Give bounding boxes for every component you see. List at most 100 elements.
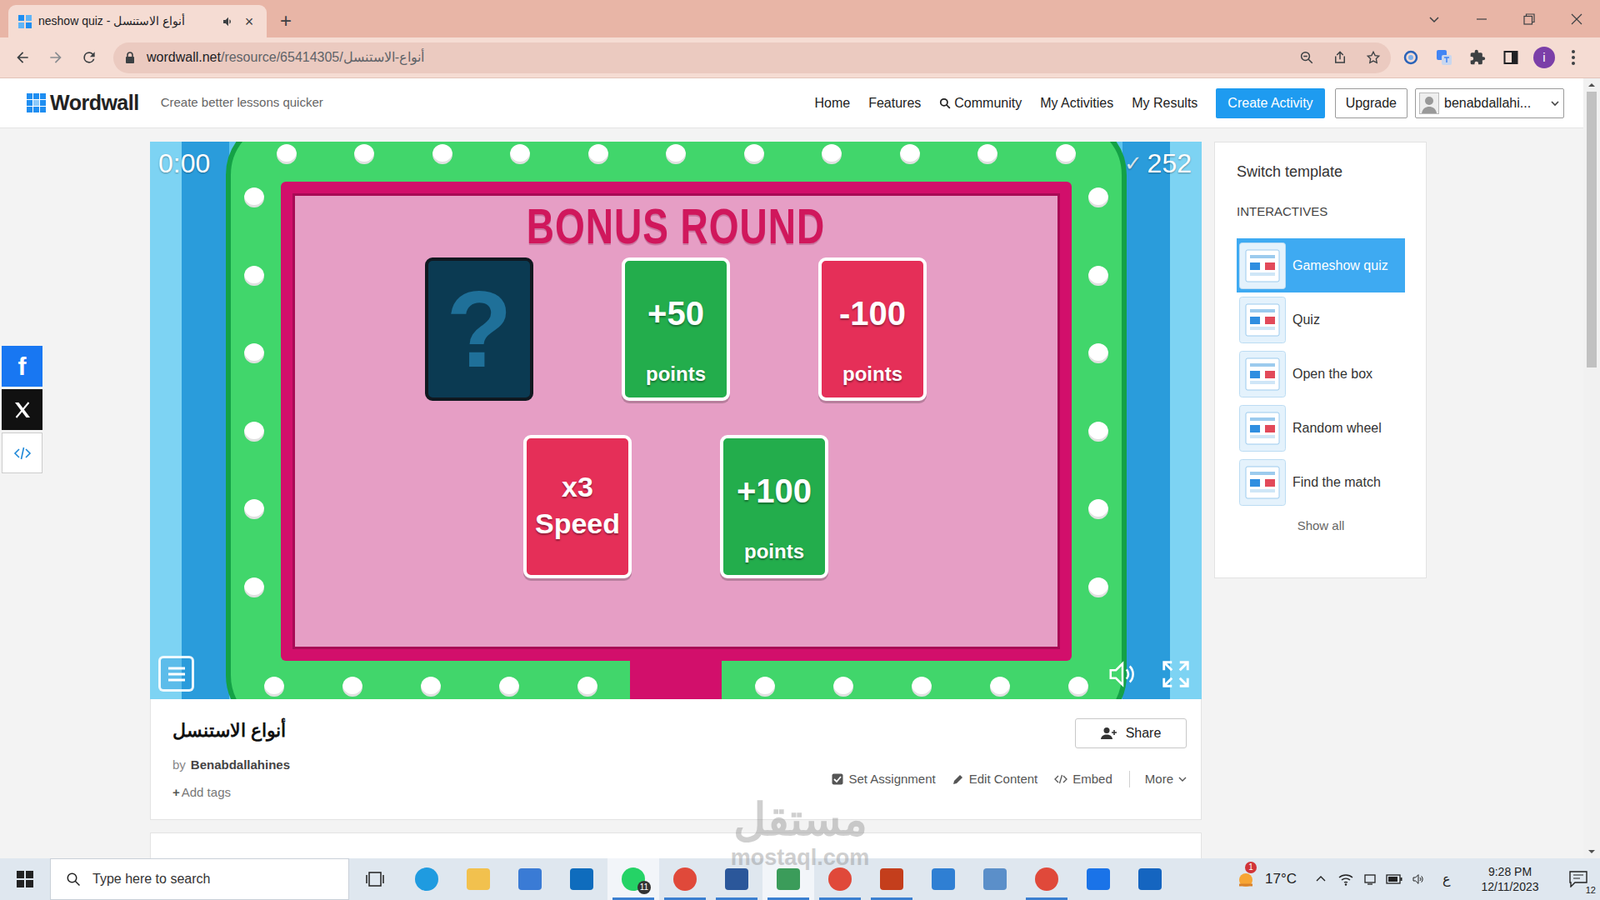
game-menu-button[interactable] xyxy=(158,655,195,692)
template-item[interactable]: Random wheel xyxy=(1236,400,1405,455)
share-button[interactable]: Share xyxy=(1075,718,1187,749)
bookmark-star-icon[interactable] xyxy=(1365,50,1381,65)
new-tab-button[interactable]: + xyxy=(280,10,292,31)
nav-link[interactable]: Community xyxy=(939,93,1022,114)
fullscreen-icon[interactable] xyxy=(1160,658,1192,690)
create-activity-button[interactable]: Create Activity xyxy=(1215,88,1325,119)
app-icon xyxy=(725,868,749,890)
author-link[interactable]: Benabdallahines xyxy=(190,756,290,774)
profile-avatar[interactable]: i xyxy=(1533,46,1555,69)
taskbar-app[interactable] xyxy=(1124,858,1176,900)
taskbar-app[interactable] xyxy=(1072,858,1125,900)
taskbar-app[interactable] xyxy=(969,858,1021,900)
tab-close-button[interactable]: × xyxy=(241,14,257,30)
taskbar-app[interactable] xyxy=(555,858,608,900)
weather-widget[interactable]: 1 17°C xyxy=(1235,868,1309,890)
taskbar-app[interactable] xyxy=(762,858,815,900)
points-card[interactable]: +50points xyxy=(621,257,730,401)
taskbar-app[interactable] xyxy=(400,858,453,900)
nav-link[interactable]: Features xyxy=(868,93,921,114)
tray-overflow-button[interactable] xyxy=(1308,873,1334,885)
template-item[interactable]: Quiz xyxy=(1236,292,1405,347)
mystery-card[interactable]: ? xyxy=(425,257,534,401)
device-button[interactable] xyxy=(1357,872,1382,886)
speed-card[interactable]: x3Speed xyxy=(523,435,632,579)
add-tags-button[interactable]: + Add tags xyxy=(172,784,290,801)
taskbar-app[interactable] xyxy=(710,858,763,900)
close-window-button[interactable] xyxy=(1552,13,1600,25)
extension-button[interactable] xyxy=(1427,49,1461,66)
points-card[interactable]: -100points xyxy=(818,257,927,401)
clock[interactable]: 9:28 PM 12/11/2023 xyxy=(1463,864,1557,895)
network-button[interactable] xyxy=(1333,872,1358,886)
share-page-icon[interactable] xyxy=(1332,50,1348,65)
restore-button[interactable] xyxy=(1505,13,1553,25)
profile-button[interactable]: i xyxy=(1527,46,1561,69)
scroll-down-icon[interactable] xyxy=(1583,845,1600,859)
template-item[interactable]: Gameshow quiz xyxy=(1236,238,1405,293)
taskbar-app[interactable] xyxy=(452,858,505,900)
speaker-icon[interactable] xyxy=(221,15,235,29)
taskbar-app[interactable] xyxy=(1020,858,1073,900)
zoom-out-icon[interactable] xyxy=(1299,50,1315,65)
scrollbar[interactable] xyxy=(1583,78,1600,859)
side-panel-button[interactable] xyxy=(1494,50,1528,65)
site-logo[interactable]: Wordwall xyxy=(50,87,140,120)
extension-button[interactable] xyxy=(1394,49,1428,66)
activity-action[interactable]: More xyxy=(1129,770,1187,788)
search-placeholder: Type here to search xyxy=(92,869,210,890)
menu-button[interactable] xyxy=(1560,49,1586,66)
upgrade-button[interactable]: Upgrade xyxy=(1335,88,1408,119)
clock-date: 12/11/2023 xyxy=(1480,879,1539,895)
taskbar-app[interactable] xyxy=(504,858,556,900)
start-button[interactable] xyxy=(0,858,50,900)
card-face: +100points xyxy=(736,438,812,564)
browser-tab[interactable]: neshow quiz - أنواع الاستنسل × xyxy=(8,5,267,38)
notifications-button[interactable]: 12 xyxy=(1556,858,1600,900)
x-button[interactable] xyxy=(1,389,43,430)
game-stage[interactable]: BONUS ROUND ?+50points-100pointsx3Speed+… xyxy=(150,141,1202,700)
nav-link[interactable]: My Results xyxy=(1131,93,1198,114)
lock-icon[interactable] xyxy=(123,50,137,65)
taskbar-search[interactable]: Type here to search xyxy=(50,858,350,900)
user-menu[interactable]: benabdallahi... xyxy=(1415,88,1565,119)
battery-button[interactable] xyxy=(1381,874,1406,885)
user-name: benabdallahi... xyxy=(1444,93,1545,114)
activity-action[interactable]: Embed xyxy=(1054,770,1113,788)
light-dot xyxy=(1088,499,1109,520)
nav-link[interactable]: My Activities xyxy=(1040,93,1114,114)
minimize-button[interactable] xyxy=(1457,13,1505,25)
input-language[interactable]: ع xyxy=(1430,869,1464,890)
taskbar-app[interactable]: 11 xyxy=(607,858,660,900)
template-item[interactable]: Find the match xyxy=(1236,455,1405,510)
template-item[interactable]: Open the box xyxy=(1236,346,1405,401)
taskbar-app[interactable] xyxy=(917,858,970,900)
nav-link[interactable]: Home xyxy=(814,93,850,114)
scroll-up-icon[interactable] xyxy=(1583,78,1600,92)
app-icon xyxy=(880,868,904,890)
task-view-button[interactable] xyxy=(349,858,401,900)
open-indicator xyxy=(922,897,965,900)
points-card[interactable]: +100points xyxy=(720,435,829,579)
sound-icon[interactable] xyxy=(1106,658,1139,690)
forward-button[interactable] xyxy=(39,49,73,66)
activity-action[interactable]: Set Assignment xyxy=(831,770,935,788)
taskbar-app[interactable] xyxy=(659,858,711,900)
wordwall-logo-icon[interactable] xyxy=(26,93,46,113)
show-all-link[interactable]: Show all xyxy=(1236,517,1405,535)
activity-action[interactable]: Edit Content xyxy=(952,770,1039,788)
taskbar-app[interactable] xyxy=(814,858,866,900)
address-bar[interactable]: wordwall.net/resource/65414305/أنواع-الا… xyxy=(113,42,1391,74)
notification-count: 12 xyxy=(1585,885,1597,895)
light-dot xyxy=(665,144,686,165)
volume-button[interactable] xyxy=(1405,872,1430,886)
scroll-thumb[interactable] xyxy=(1586,91,1597,368)
reload-button[interactable] xyxy=(72,49,106,66)
embed-button[interactable] xyxy=(1,432,43,474)
tab-search-button[interactable] xyxy=(1410,12,1458,26)
app-icon xyxy=(570,868,594,890)
extensions-button[interactable] xyxy=(1460,49,1495,66)
back-button[interactable] xyxy=(5,49,40,66)
facebook-button[interactable]: f xyxy=(1,345,43,387)
taskbar-app[interactable] xyxy=(865,858,918,900)
